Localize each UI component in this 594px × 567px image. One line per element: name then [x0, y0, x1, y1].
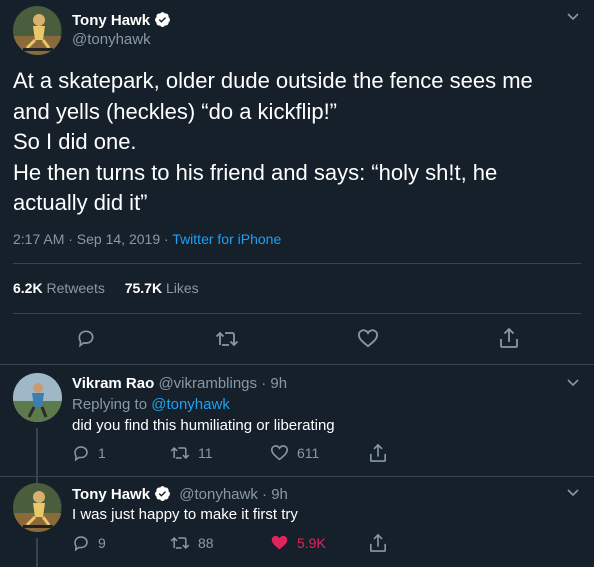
reply-author-handle[interactable]: @tonyhawk: [179, 486, 258, 503]
chevron-down-icon[interactable]: [566, 12, 580, 22]
reply-author-handle[interactable]: @vikramblings: [158, 375, 257, 392]
reply-avatar[interactable]: [13, 373, 62, 422]
reply-author-name[interactable]: Vikram Rao: [72, 375, 154, 392]
divider: [0, 364, 594, 365]
main-tweet-author-name[interactable]: Tony Hawk: [72, 12, 150, 29]
main-tweet-text: At a skatepark, older dude outside the f…: [13, 66, 588, 219]
reply-avatar[interactable]: [13, 483, 62, 532]
retweet-count: 88: [198, 535, 214, 551]
reply-text: I was just happy to make it first try: [72, 506, 298, 523]
tweet-text-line: So I did one.: [13, 129, 137, 154]
like-icon[interactable]: [357, 328, 379, 348]
reply-icon[interactable]: [76, 328, 96, 348]
divider: [13, 263, 581, 264]
replying-to-prefix: Replying to: [72, 396, 152, 413]
chevron-down-icon[interactable]: [566, 488, 580, 498]
reply-author-name[interactable]: Tony Hawk: [72, 486, 150, 503]
verified-badge-icon: [155, 12, 171, 27]
tweet-text-line: At a skatepark, older dude outside the f…: [13, 68, 533, 93]
divider: [0, 476, 594, 477]
reply-text: did you find this humiliating or liberat…: [72, 417, 335, 434]
tweet-timestamp[interactable]: 2:17 AM · Sep 14, 2019 ·: [13, 231, 172, 247]
reply-button[interactable]: 9: [72, 534, 106, 552]
replying-to-link[interactable]: @tonyhawk: [151, 396, 230, 413]
thread-line: [36, 538, 38, 567]
retweet-button[interactable]: 88: [170, 534, 214, 552]
likes-label: Likes: [165, 280, 199, 296]
retweet-button[interactable]: 11: [170, 444, 213, 462]
like-count: 5.9K: [297, 534, 326, 551]
like-count: 611: [297, 444, 320, 461]
share-icon[interactable]: [369, 533, 387, 553]
tweet-text-line: and yells (heckles) “do a kickflip!”: [13, 98, 338, 124]
reply-icon: [74, 446, 88, 462]
reply-icon: [74, 536, 88, 552]
thread-line: [36, 428, 38, 476]
like-button[interactable]: 5.9K: [270, 534, 326, 551]
retweet-icon: [170, 536, 190, 550]
tweet-source[interactable]: Twitter for iPhone: [172, 231, 281, 247]
like-icon: [271, 535, 288, 550]
retweet-icon[interactable]: [215, 329, 239, 349]
main-tweet-author-handle[interactable]: @tonyhawk: [72, 31, 151, 48]
verified-badge-icon: [155, 486, 171, 501]
retweet-count: 11: [198, 445, 213, 461]
reply-time[interactable]: · 9h: [258, 486, 288, 503]
retweets-count: 6.2K: [13, 280, 43, 296]
retweets-stat[interactable]: 6.2K Retweets: [13, 280, 109, 296]
like-icon: [270, 445, 289, 461]
reply-button[interactable]: 1: [72, 444, 106, 462]
reply-count: 9: [98, 535, 106, 551]
tweet-text-line: actually did it”: [13, 190, 148, 215]
share-icon[interactable]: [369, 443, 387, 463]
reply-count: 1: [98, 445, 106, 461]
tweet-text-line: He then turns to his friend and says: “h…: [13, 159, 498, 185]
chevron-down-icon[interactable]: [566, 378, 580, 388]
retweet-icon: [170, 446, 190, 460]
thread-line: [36, 476, 38, 483]
likes-stat[interactable]: 75.7K Likes: [125, 280, 199, 296]
likes-count: 75.7K: [124, 280, 163, 296]
reply-time[interactable]: · 9h: [257, 375, 287, 392]
retweets-label: Retweets: [46, 280, 105, 296]
divider: [13, 313, 581, 314]
like-button[interactable]: 611: [270, 444, 319, 461]
main-tweet-avatar[interactable]: [13, 6, 62, 55]
share-icon[interactable]: [499, 327, 519, 349]
